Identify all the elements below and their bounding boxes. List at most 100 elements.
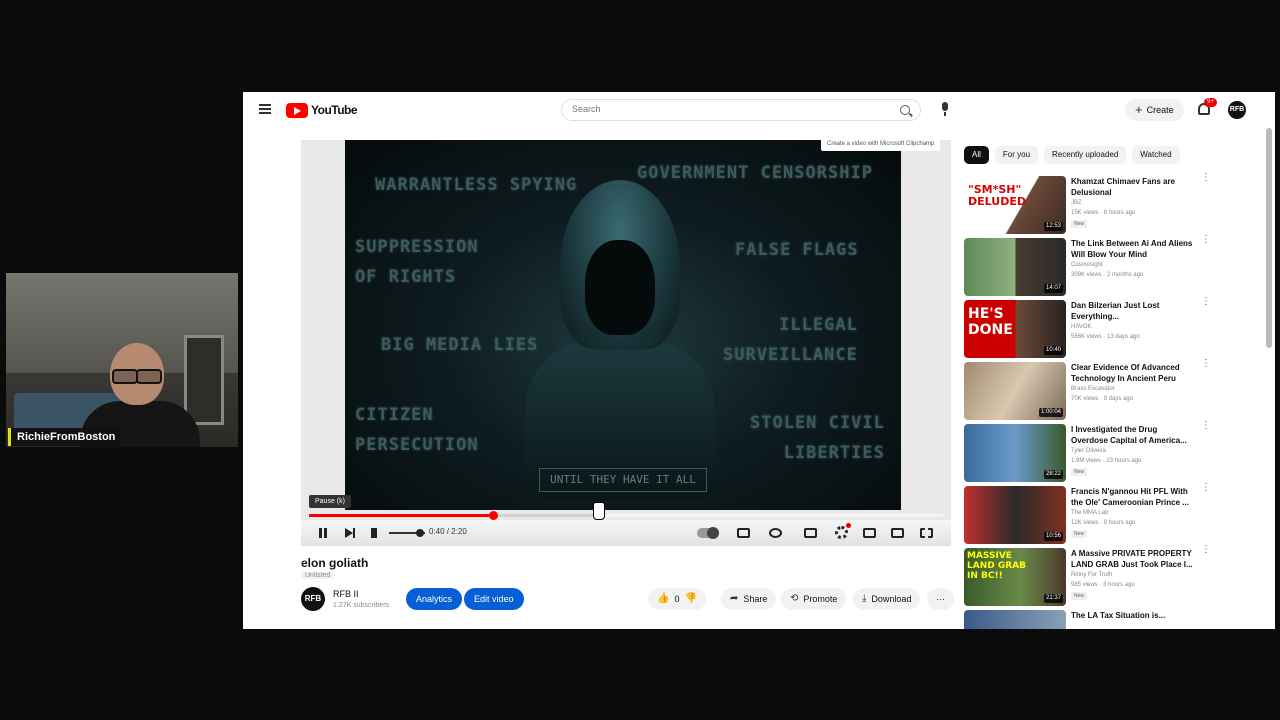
recommendation-channel[interactable]: HAVOK [1071,324,1092,330]
recommendation-meta: 1.9M views · 23 hours ago [1071,458,1142,464]
progress-bar[interactable] [309,511,943,520]
miniplayer-share-icon[interactable] [769,528,782,538]
promote-button[interactable]: ⟲ Promote [781,588,847,610]
more-options-icon[interactable]: ⋮ [1201,421,1211,436]
microphone-icon[interactable] [941,102,949,116]
recommendation-item[interactable]: 1:00:04 Clear Evidence Of Advanced Techn… [964,359,1224,420]
recommendation-meta: 12K views · 9 hours ago [1071,520,1136,526]
overlay-text-media-lies: BIG MEDIA LIES [381,335,539,355]
recommendation-item[interactable]: The LA Tax Situation is... [964,610,1224,629]
search-input[interactable] [572,104,872,114]
more-options-icon[interactable]: ⋮ [1201,235,1211,250]
video-title: elon goliath [301,556,369,570]
chip-recently-uploaded[interactable]: Recently uploaded [1044,146,1127,164]
time-display: 0:40 / 2:20 [429,527,467,536]
more-options-icon[interactable]: ⋮ [1201,545,1211,560]
overlay-text-persecution: CITIZEN PERSECUTION [355,405,479,455]
recommendation-thumbnail[interactable]: MASSIVE LAND GRAB IN BC!! 21:37 [964,548,1066,606]
analytics-button[interactable]: Analytics [406,588,463,610]
create-button[interactable]: + Create [1125,99,1184,121]
edit-video-button[interactable]: Edit video [464,588,524,610]
thumbnail-text: HE'S DONE [968,306,1013,338]
recommendation-thumbnail[interactable] [964,610,1066,629]
webcam-name-tag: RichieFromBoston [8,428,122,446]
recommendation-title[interactable]: The LA Tax Situation is... [1071,610,1195,621]
chip-watched[interactable]: Watched [1132,146,1180,164]
recommendation-channel[interactable]: Rinny For Truth [1071,572,1112,578]
more-actions-button[interactable]: ··· [927,588,954,610]
overlay-text-false-flags: FALSE FLAGS [735,240,859,260]
plus-icon: + [1135,102,1143,117]
recommendation-title[interactable]: Clear Evidence Of Advanced Technology In… [1071,362,1195,384]
recommendation-item[interactable]: "SM*SH" DELUDED 12:53 Khamzat Chimaev Fa… [964,173,1224,234]
hamburger-menu-icon[interactable] [259,104,271,114]
chip-all[interactable]: All [964,146,989,164]
fullscreen-icon[interactable] [920,528,933,538]
share-button[interactable]: ➦ Share [721,588,777,610]
miniplayer-icon[interactable] [863,528,876,538]
recommendation-channel[interactable]: JBZ [1071,200,1082,206]
volume-knob[interactable] [415,529,424,537]
recommendation-thumbnail[interactable]: "SM*SH" DELUDED 12:53 [964,176,1066,234]
subtitles-icon[interactable] [804,528,817,538]
filter-chips: All For you Recently uploaded Watched [964,146,1180,164]
recommendation-thumbnail[interactable]: 14:07 [964,238,1066,296]
new-badge: New [1071,468,1088,476]
recommendation-title[interactable]: Khamzat Chimaev Fans are Delusional [1071,176,1195,198]
progress-scrubber[interactable] [488,511,498,520]
chip-for-you[interactable]: For you [994,146,1039,164]
recommendation-title[interactable]: Dan Bilzerian Just Lost Everything... [1071,300,1195,322]
video-frame[interactable]: WARRANTLESS SPYING GOVERNMENT CENSORSHIP… [345,140,901,510]
next-icon[interactable] [345,528,355,538]
new-badge: New [1071,592,1088,600]
theater-mode-icon[interactable] [891,528,904,538]
settings-gear-icon[interactable] [835,523,851,539]
page-scrollbar[interactable] [1266,128,1272,348]
channel-name[interactable]: RFB II [333,589,359,599]
recommendation-item[interactable]: HE'S DONE 10:40 Dan Bilzerian Just Lost … [964,297,1224,358]
video-player[interactable]: WARRANTLESS SPYING GOVERNMENT CENSORSHIP… [301,140,951,546]
recommendation-channel[interactable]: Cosmosight [1071,262,1103,268]
like-icon[interactable]: 👍 [657,588,669,610]
recommendation-thumbnail[interactable]: 1:00:04 [964,362,1066,420]
recommendation-title[interactable]: Francis N'gannou Hit PFL With the Ole' C… [1071,486,1195,508]
volume-icon[interactable] [371,528,377,538]
recommendation-channel[interactable]: Tyler Oliveira [1071,448,1106,454]
more-options-icon[interactable]: ⋮ [1201,173,1211,188]
recommendation-thumbnail[interactable]: 10:56 [964,486,1066,544]
recommendation-title[interactable]: The Link Between Ai And Aliens Will Blow… [1071,238,1195,260]
download-button[interactable]: ⤓ Download [853,588,921,610]
account-avatar[interactable]: RFB [1228,101,1246,119]
recommendation-title[interactable]: I Investigated the Drug Overdose Capital… [1071,424,1195,446]
chapters-icon[interactable] [737,528,750,538]
notification-count-badge: 9+ [1204,98,1217,107]
recommendation-item[interactable]: 28:22 I Investigated the Drug Overdose C… [964,421,1224,482]
recommendation-item[interactable]: 14:07 The Link Between Ai And Aliens Wil… [964,235,1224,296]
youtube-logo[interactable]: YouTube [286,102,358,118]
duration-badge: 21:37 [1043,594,1063,603]
duration-badge: 10:40 [1043,346,1063,355]
more-options-icon[interactable]: ⋮ [1201,483,1211,498]
search-icon[interactable] [900,105,910,115]
overlay-text-spying: WARRANTLESS SPYING [375,175,578,195]
promote-label: Promote [803,594,838,604]
more-options-icon[interactable]: ⋮ [1201,359,1211,374]
dislike-icon[interactable]: 👎 [684,588,696,610]
channel-avatar[interactable]: RFB [301,587,325,611]
recommendation-thumbnail[interactable]: HE'S DONE 10:40 [964,300,1066,358]
visibility-badge: Unlisted [301,572,335,579]
recommendation-channel[interactable]: Brass Excavator [1071,386,1115,392]
pause-icon[interactable] [319,528,327,538]
autoplay-toggle[interactable] [697,527,719,539]
screen: RichieFromBoston YouTube + Create 9+ RFB [0,0,1280,720]
create-label: Create [1146,105,1174,115]
recommendation-title[interactable]: A Massive PRIVATE PROPERTY LAND GRAB Jus… [1071,548,1195,570]
recommendation-item[interactable]: 10:56 Francis N'gannou Hit PFL With the … [964,483,1224,544]
subscriber-count: 1.27K subscribers [333,602,390,609]
recommendation-item[interactable]: MASSIVE LAND GRAB IN BC!! 21:37 A Massiv… [964,545,1224,606]
recommendation-channel[interactable]: The MMA Lab [1071,510,1108,516]
search-box[interactable] [561,99,921,121]
youtube-play-icon [286,102,308,118]
more-options-icon[interactable]: ⋮ [1201,297,1211,312]
recommendation-thumbnail[interactable]: 28:22 [964,424,1066,482]
